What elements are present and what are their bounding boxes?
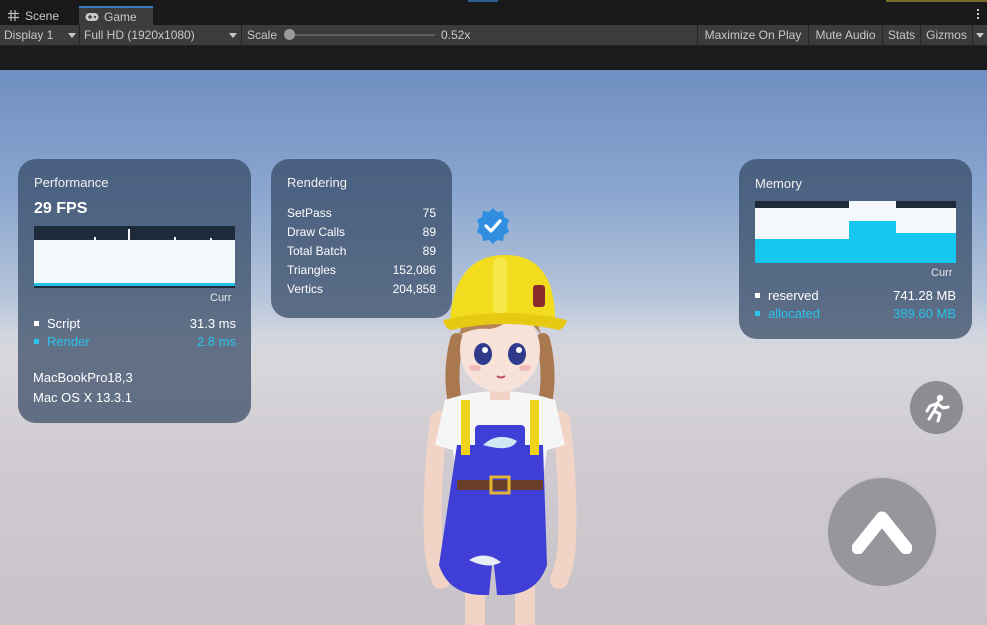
graph-script-area <box>34 240 235 285</box>
gizmos-dropdown[interactable] <box>972 25 987 45</box>
render-row: Render <box>32 334 90 349</box>
os-version: Mac OS X 13.3.1 <box>33 390 132 405</box>
maximize-on-play-button[interactable]: Maximize On Play <box>697 25 808 45</box>
reserved-row: reserved <box>753 288 819 303</box>
kebab-menu-icon[interactable] <box>977 9 980 21</box>
gizmos-button[interactable]: Gizmos <box>920 25 972 45</box>
memory-panel: Memory Curr reserved 741.28 MB allocated… <box>739 159 972 339</box>
mem-curr-label: Curr <box>931 267 953 279</box>
graph-allocated-step <box>896 233 956 239</box>
game-viewport[interactable]: Performance 29 FPS Curr Script 31.3 ms R… <box>0 70 987 625</box>
game-toolbar: Display 1 Full HD (1920x1080) Scale 0.52… <box>0 25 987 46</box>
device-name: MacBookPro18,3 <box>33 370 133 385</box>
bullet-icon <box>755 311 760 316</box>
rendering-row-label: Draw Calls <box>287 225 346 239</box>
rendering-row-label: Vertics <box>287 282 324 296</box>
reserved-label: reserved <box>768 288 819 303</box>
top-accent-line <box>468 0 498 2</box>
script-value: 31.3 ms <box>189 316 236 331</box>
editor-tab-bar: Scene Game <box>0 0 987 25</box>
graph-render-area <box>34 283 235 286</box>
display-dropdown-label: Display 1 <box>4 28 54 42</box>
graph-reserved-peak <box>849 201 896 208</box>
render-label: Render <box>47 334 90 349</box>
gamepad-icon <box>85 11 99 23</box>
rendering-title: Rendering <box>287 175 347 190</box>
tab-scene[interactable]: Scene <box>0 6 78 25</box>
resolution-dropdown[interactable]: Full HD (1920x1080) <box>80 25 241 45</box>
memory-title: Memory <box>755 176 802 191</box>
bullet-icon <box>34 321 39 326</box>
verified-badge-icon <box>477 208 509 244</box>
memory-graph <box>755 201 956 263</box>
running-person-icon <box>925 394 949 422</box>
avatar-character <box>423 255 577 625</box>
perf-curr-label: Curr <box>210 292 232 304</box>
script-label: Script <box>47 316 81 331</box>
graph-spike <box>174 237 176 241</box>
rendering-row-label: Total Batch <box>287 244 347 258</box>
performance-graph <box>34 226 235 288</box>
render-value: 2.8 ms <box>196 334 236 349</box>
graph-spike <box>128 229 130 241</box>
allocated-row: allocated <box>753 306 820 321</box>
rendering-row-value: 89 <box>422 225 436 239</box>
mute-audio-button[interactable]: Mute Audio <box>808 25 882 45</box>
scale-label: Scale <box>247 28 278 42</box>
allocated-value: 389.60 MB <box>893 306 956 321</box>
stats-button[interactable]: Stats <box>882 25 920 45</box>
script-row: Script <box>32 316 80 331</box>
scale-slider-track[interactable] <box>291 34 435 36</box>
letterbox-bar <box>0 46 987 70</box>
chevron-down-icon <box>68 33 76 38</box>
chevron-down-icon <box>229 33 237 38</box>
allocated-label: allocated <box>768 306 821 321</box>
rendering-row-setpass: SetPass 75 <box>287 206 436 220</box>
performance-panel: Performance 29 FPS Curr Script 31.3 ms R… <box>18 159 251 423</box>
chevron-down-icon <box>976 33 984 38</box>
graph-spike <box>210 238 212 241</box>
tab-game[interactable]: Game <box>79 6 153 25</box>
jump-button[interactable] <box>826 476 938 588</box>
toolbar-divider <box>241 25 242 45</box>
tab-game-label: Game <box>104 9 137 24</box>
rendering-row-draw-calls: Draw Calls 89 <box>287 225 436 239</box>
rendering-row-label: SetPass <box>287 206 332 220</box>
bullet-icon <box>755 293 760 298</box>
graph-spike <box>94 237 96 241</box>
graph-allocated-area <box>755 239 956 263</box>
rendering-row-label: Triangles <box>287 263 336 277</box>
hash-icon <box>6 10 20 22</box>
chevron-up-icon <box>852 511 912 554</box>
rendering-row-value: 75 <box>422 206 436 220</box>
graph-allocated-peak <box>849 221 896 239</box>
display-dropdown[interactable]: Display 1 <box>0 25 79 45</box>
run-toggle-button[interactable] <box>910 381 963 434</box>
reserved-value: 741.28 MB <box>893 288 956 303</box>
scale-slider-handle[interactable] <box>284 29 295 40</box>
performance-title: Performance <box>34 175 109 190</box>
bullet-icon <box>34 339 39 344</box>
tab-scene-label: Scene <box>25 8 60 23</box>
fps-readout: 29 FPS <box>34 200 88 217</box>
resolution-dropdown-label: Full HD (1920x1080) <box>84 28 195 42</box>
top-accent-line-right <box>886 0 987 2</box>
scale-value: 0.52x <box>441 28 471 42</box>
